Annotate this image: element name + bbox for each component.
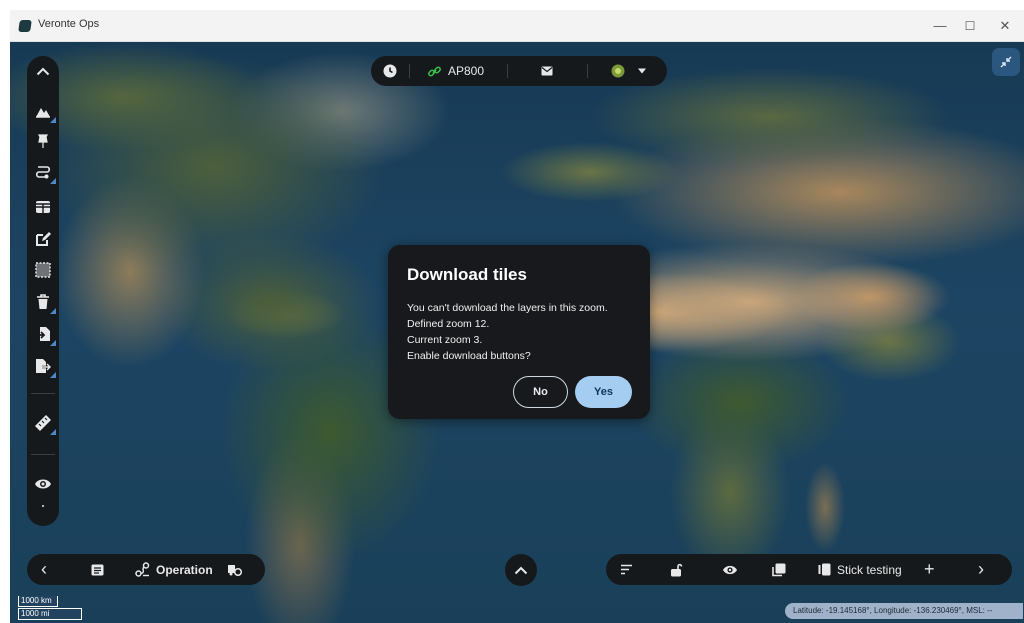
back-button[interactable]: ‹ <box>41 554 47 585</box>
view-toggle-button[interactable] <box>722 554 738 585</box>
expand-panel-button[interactable] <box>505 554 537 586</box>
close-button[interactable]: ✕ <box>990 14 1020 38</box>
left-toolbar <box>27 56 59 526</box>
messages-button[interactable] <box>541 56 553 86</box>
panel-selector[interactable]: Stick testing <box>818 554 902 585</box>
route-button[interactable] <box>27 160 59 184</box>
top-status-bar: AP800 <box>371 56 667 86</box>
operation-button[interactable]: Operation <box>135 554 213 585</box>
panel-label: Stick testing <box>837 562 902 577</box>
maximize-button[interactable]: ☐ <box>955 14 985 38</box>
scale-km: 1000 km <box>18 596 58 607</box>
layers-button[interactable] <box>772 554 786 585</box>
pin-button[interactable] <box>27 129 59 153</box>
route-icon <box>35 166 51 179</box>
export-icon <box>36 359 51 373</box>
mountain-icon <box>36 107 50 118</box>
clock-icon <box>383 64 397 78</box>
scroll-dot <box>42 505 44 507</box>
export-button[interactable] <box>27 354 59 378</box>
table-button[interactable] <box>27 195 59 219</box>
trash-icon <box>37 294 49 309</box>
edit-button[interactable] <box>27 227 59 251</box>
bottom-right-bar: Stick testing + › <box>606 554 1012 585</box>
selection-icon <box>35 262 51 278</box>
terrain-button[interactable] <box>27 99 59 123</box>
autopilot-label: AP800 <box>448 64 485 78</box>
visibility-button[interactable] <box>27 472 59 496</box>
unlock-icon <box>671 563 683 576</box>
link-icon <box>428 66 441 76</box>
download-tiles-dialog: Download tiles You can't download the la… <box>388 245 650 419</box>
delete-button[interactable] <box>27 290 59 314</box>
list-icon <box>91 564 104 575</box>
sort-icon <box>621 564 632 575</box>
status-dropdown[interactable] <box>611 56 647 86</box>
operation-label: Operation <box>156 562 213 577</box>
area-select-button[interactable] <box>27 258 59 282</box>
next-button[interactable]: › <box>978 554 984 585</box>
status-orb-icon <box>611 64 625 78</box>
dialog-line: Defined zoom 12. <box>407 318 490 330</box>
window-titlebar: Veronte Ops — ☐ ✕ <box>10 10 1024 42</box>
lock-button[interactable] <box>670 554 683 585</box>
eye-icon <box>723 565 737 574</box>
list-button[interactable] <box>91 554 104 585</box>
eye-icon <box>35 479 51 489</box>
measure-button[interactable] <box>27 411 59 435</box>
yes-button[interactable]: Yes <box>575 376 632 408</box>
clock-button[interactable] <box>383 56 397 86</box>
compress-icon <box>1000 56 1012 68</box>
import-icon <box>36 327 50 341</box>
sort-button[interactable] <box>620 554 633 585</box>
dialog-line: You can't download the layers in this zo… <box>407 302 608 314</box>
chevron-up-icon <box>36 67 50 75</box>
window-title: Veronte Ops <box>38 18 100 30</box>
vehicle-button[interactable] <box>227 554 242 585</box>
dialog-line: Enable download buttons? <box>407 350 531 362</box>
pin-icon <box>38 133 48 148</box>
add-panel-button[interactable]: + <box>924 554 935 585</box>
no-button[interactable]: No <box>513 376 568 408</box>
import-button[interactable] <box>27 322 59 346</box>
mail-icon <box>541 66 553 76</box>
dialog-message: You can't download the layers in this zo… <box>407 300 608 364</box>
chevron-up-icon <box>514 566 528 574</box>
autopilot-link[interactable]: AP800 <box>427 56 484 86</box>
dialog-title: Download tiles <box>407 265 527 284</box>
operation-icon <box>135 562 150 577</box>
dialog-line: Current zoom 3. <box>407 334 483 346</box>
panel-icon <box>818 563 831 576</box>
layers-icon <box>772 563 786 576</box>
minimize-button[interactable]: — <box>925 14 955 38</box>
coordinates-readout: Latitude: -19.145168°, Longitude: -136.2… <box>785 603 1023 619</box>
grid-icon <box>36 201 50 213</box>
bottom-left-bar: ‹ Operation <box>27 554 265 585</box>
vehicle-icon <box>228 565 242 576</box>
edit-icon <box>36 232 51 246</box>
caret-down-icon <box>638 68 646 74</box>
collapse-toolbar-button[interactable] <box>27 58 59 84</box>
app-logo-icon <box>18 20 32 32</box>
minimize-map-button[interactable] <box>992 48 1020 76</box>
scale-mi: 1000 mi <box>18 608 82 620</box>
